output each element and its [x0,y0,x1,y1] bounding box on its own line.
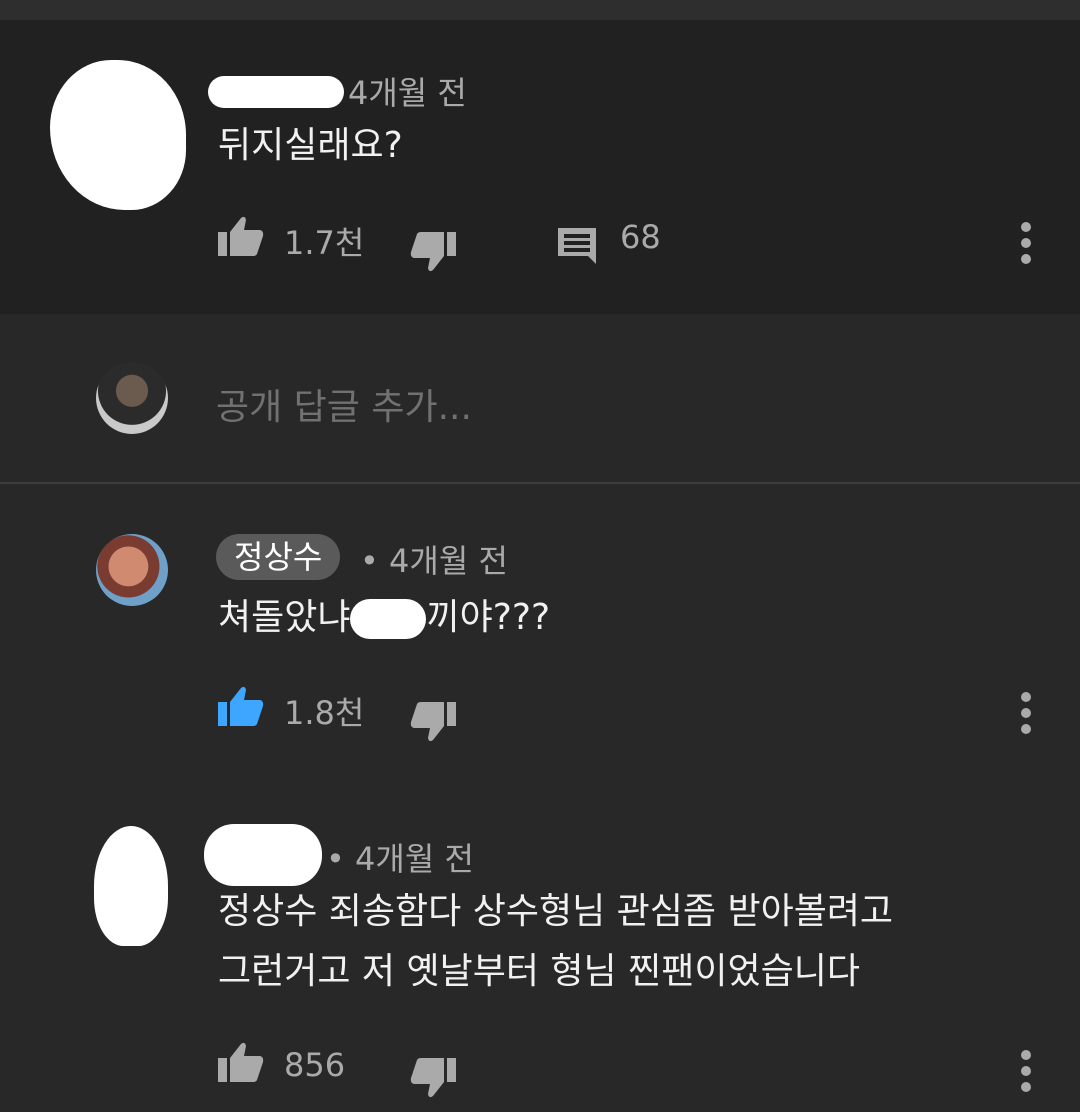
dislike-icon[interactable] [410,700,456,742]
dislike-icon[interactable] [410,230,456,272]
comment-text: 뒤지실래요? [218,125,403,166]
redacted-word [350,599,427,639]
reply-timestamp: • 4개월 전 [360,542,508,580]
like-count: 1.7천 [284,224,365,262]
main-comment: 4개월 전 뒤지실래요? 1.7천 68 [0,20,1080,314]
reply-text-line-1: 정상수 죄송함다 상수형님 관심좀 받아볼려고 [218,891,894,932]
dislike-icon[interactable] [410,1056,456,1098]
reply-text: 쳐돌았냐 끼야??? [218,588,550,648]
redacted-username [208,76,344,108]
user-avatar [96,362,168,434]
like-icon[interactable] [218,216,264,258]
reply-input-row: 공개 답글 추가... [0,314,1080,484]
like-icon-active[interactable] [218,686,264,728]
more-options-icon[interactable] [1016,220,1036,268]
reply-text-end: 끼야??? [426,597,551,638]
more-options-icon[interactable] [1016,690,1036,738]
reply-count[interactable]: 68 [620,218,661,256]
redacted-username [204,824,322,886]
comment-timestamp: 4개월 전 [348,74,467,112]
reply-comment-icon[interactable] [556,226,598,266]
top-bar [0,0,1080,21]
reply-author-avatar[interactable] [94,826,168,946]
reply-text-start: 쳐돌았냐 [218,597,351,638]
commenter-avatar[interactable] [50,60,186,210]
author-badge[interactable]: 정상수 [216,534,341,580]
reply-author-avatar[interactable] [96,534,168,606]
reply-timestamp: • 4개월 전 [326,840,474,878]
like-count: 856 [284,1046,346,1084]
more-options-icon[interactable] [1016,1048,1036,1096]
reply-text-line-2: 그런거고 저 옛날부터 형님 찐팬이었습니다 [218,951,860,992]
like-icon[interactable] [218,1042,264,1084]
like-count: 1.8천 [284,694,365,732]
reply-input[interactable]: 공개 답글 추가... [216,378,472,430]
